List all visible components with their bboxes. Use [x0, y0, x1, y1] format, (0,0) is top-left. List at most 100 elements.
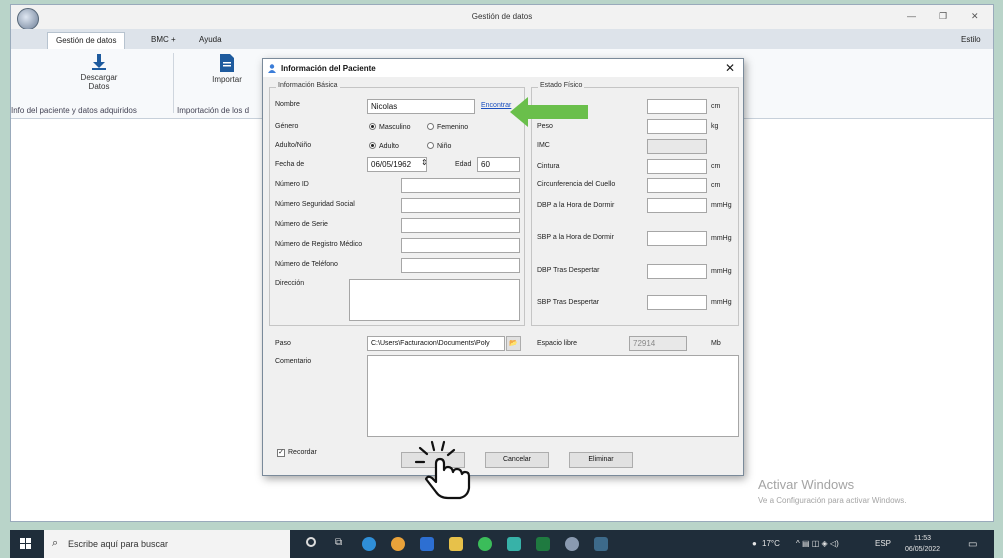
serie-input[interactable]: [401, 218, 520, 233]
dialog-close-icon[interactable]: ✕: [725, 61, 735, 75]
comentario-label: Comentario: [275, 358, 312, 365]
clock-time: 11:53: [914, 535, 932, 542]
sbp-despertar-input[interactable]: [647, 295, 707, 310]
click-hand-icon: [414, 440, 471, 500]
cuello-label: Circunferencia del Cuello: [537, 181, 616, 188]
peso-unit: kg: [711, 123, 719, 130]
app-icon[interactable]: [565, 537, 579, 551]
tray-icons[interactable]: ^ ▤ ◫ ◈ ◁): [796, 539, 839, 548]
download-data-button[interactable]: Descargar Datos: [69, 53, 129, 91]
fecha-input[interactable]: [367, 157, 427, 172]
windows-start-icon[interactable]: [20, 538, 32, 550]
excel-icon[interactable]: [536, 537, 550, 551]
dbp-dormir-unit: mmHg: [711, 202, 732, 209]
green-arrow-icon: [510, 97, 588, 127]
edge-icon[interactable]: [362, 537, 376, 551]
encontrar-link[interactable]: Encontrar: [481, 102, 511, 109]
task-view-icon[interactable]: ⧉: [335, 537, 342, 548]
cintura-input[interactable]: [647, 159, 707, 174]
download-label-2: Datos: [88, 82, 110, 91]
comentario-textarea[interactable]: [367, 355, 739, 437]
adulto-label: Adulto: [379, 143, 399, 150]
nombre-label: Nombre: [275, 101, 300, 108]
direccion-textarea[interactable]: [349, 279, 520, 321]
patient-info-dialog: Información del Paciente ✕ Información B…: [262, 58, 744, 476]
sbp-despertar-label: SBP Tras Despertar: [537, 299, 600, 306]
search-placeholder: Escribe aquí para buscar: [68, 539, 169, 549]
telefono-input[interactable]: [401, 258, 520, 273]
basic-info-legend: Información Básica: [276, 82, 340, 89]
edad-label: Edad: [455, 161, 472, 168]
download-label-1: Descargar: [80, 73, 118, 82]
espacio-unit: Mb: [711, 340, 721, 347]
femenino-radio[interactable]: Femenino: [427, 123, 468, 131]
taskbar-clock[interactable]: 11:53 06/05/2022: [905, 533, 940, 555]
notification-icon[interactable]: ▭: [968, 539, 977, 550]
outlook-icon[interactable]: [420, 537, 434, 551]
dbp-despertar-label: DBP Tras Despertar: [537, 267, 600, 274]
numero-id-input[interactable]: [401, 178, 520, 193]
folder-browse-icon[interactable]: 📂: [506, 336, 521, 351]
serie-label: Número de Serie: [275, 221, 328, 228]
cancel-button[interactable]: Cancelar: [485, 452, 549, 468]
acrobat-icon[interactable]: [507, 537, 521, 551]
edad-input[interactable]: [477, 157, 520, 172]
masculino-radio[interactable]: Masculino: [369, 123, 411, 131]
nombre-input[interactable]: [367, 99, 475, 114]
tab-ayuda[interactable]: Ayuda: [191, 32, 230, 47]
direccion-label: Dirección: [275, 280, 305, 287]
masculino-label: Masculino: [379, 124, 411, 131]
close-icon[interactable]: ✕: [971, 11, 979, 22]
import-button[interactable]: Importar: [197, 53, 257, 84]
peso-input[interactable]: [647, 119, 707, 134]
cortana-icon[interactable]: [306, 537, 316, 547]
file-explorer-icon[interactable]: [449, 537, 463, 551]
telefono-label: Número de Teléfono: [275, 261, 338, 268]
recordar-checkbox[interactable]: ✓: [277, 449, 285, 457]
whatsapp-icon[interactable]: [478, 537, 492, 551]
paso-label: Paso: [275, 340, 291, 347]
altura-unit: cm: [711, 103, 721, 110]
tab-gestion-datos[interactable]: Gestión de datos: [47, 32, 126, 49]
maximize-icon[interactable]: ❐: [939, 11, 947, 22]
sbp-dormir-label: SBP a la Hora de Dormir: [537, 234, 614, 241]
weather-temp[interactable]: 17°C: [762, 539, 780, 548]
sbp-despertar-unit: mmHg: [711, 299, 732, 306]
taskbar-search[interactable]: ⌕ Escribe aquí para buscar: [44, 530, 290, 558]
dbp-dormir-input[interactable]: [647, 198, 707, 213]
adulto-radio[interactable]: Adulto: [369, 142, 399, 150]
style-menu[interactable]: Estilo: [953, 32, 989, 47]
import-label: Importar: [212, 75, 242, 84]
date-spinner-icon[interactable]: ⇕: [421, 158, 428, 167]
clock-date: 06/05/2022: [905, 546, 941, 553]
dialog-title: Información del Paciente: [281, 64, 376, 73]
dialog-title-bar: Información del Paciente ✕: [263, 59, 743, 77]
active-app-icon[interactable]: [594, 537, 608, 551]
paso-input[interactable]: [367, 336, 505, 351]
espacio-label: Espacio libre: [537, 340, 578, 347]
cintura-label: Cintura: [537, 163, 560, 170]
altura-input[interactable]: [647, 99, 707, 114]
language-indicator[interactable]: ESP: [875, 539, 891, 548]
cuello-input[interactable]: [647, 178, 707, 193]
registro-medico-input[interactable]: [401, 238, 520, 253]
weather-icon[interactable]: ●: [752, 539, 757, 548]
dbp-despertar-input[interactable]: [647, 264, 707, 279]
ribbon-tab-bar: Gestión de datos BMC + Ayuda Estilo: [11, 29, 993, 49]
nino-radio[interactable]: Niño: [427, 142, 451, 150]
minimize-icon[interactable]: —: [907, 11, 916, 21]
espacio-input: [629, 336, 687, 351]
sbp-dormir-unit: mmHg: [711, 235, 732, 242]
recordar-label: Recordar: [288, 449, 317, 456]
imc-input: [647, 139, 707, 154]
tab-bmc[interactable]: BMC +: [143, 32, 184, 47]
download-icon: [92, 54, 106, 70]
chrome-icon[interactable]: [391, 537, 405, 551]
delete-button[interactable]: Eliminar: [569, 452, 633, 468]
numero-id-label: Número ID: [275, 181, 309, 188]
ribbon-separator: [173, 53, 174, 113]
seguridad-social-input[interactable]: [401, 198, 520, 213]
title-bar: Gestión de datos — ❐ ✕: [11, 5, 993, 30]
sbp-dormir-input[interactable]: [647, 231, 707, 246]
adulto-nino-label: Adulto/Niño: [275, 142, 312, 149]
